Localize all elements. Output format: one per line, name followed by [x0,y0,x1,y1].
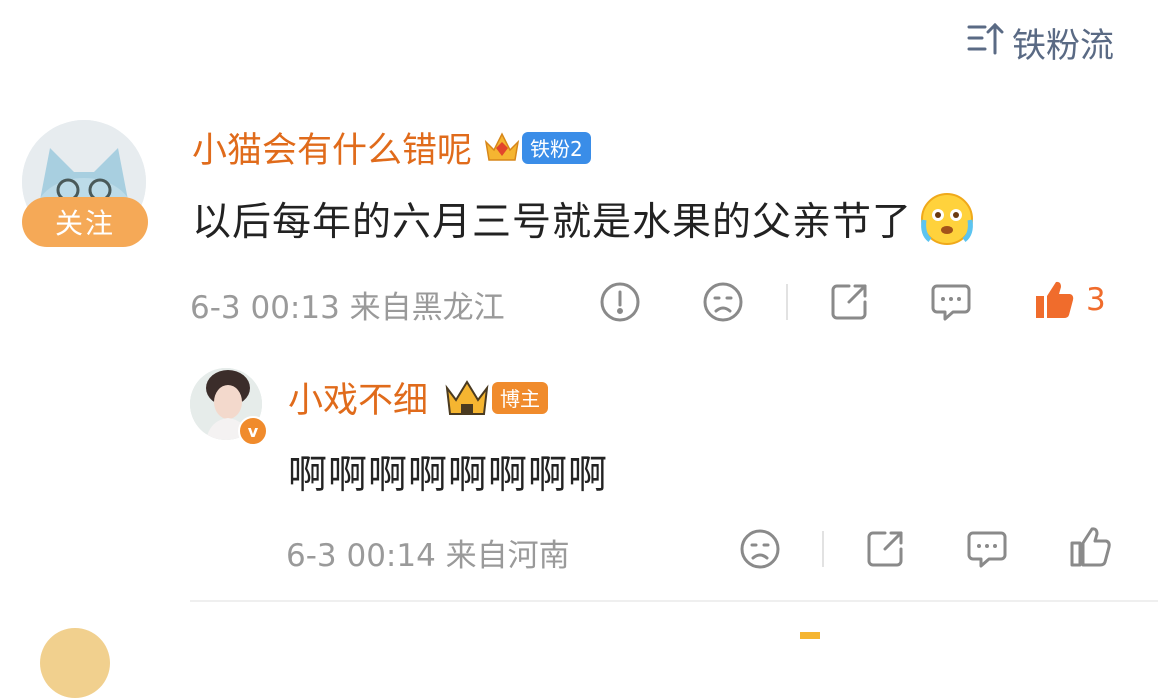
comment-text: 以后每年的六月三号就是水果的父亲节了 [192,200,913,245]
cry-face-emoji [918,190,976,248]
divider [822,531,824,567]
verified-badge: v [238,416,268,446]
like-button[interactable]: 3 [1032,278,1106,322]
sad-face-icon [703,282,743,322]
username[interactable]: 小戏不细 [288,372,428,423]
thumbs-up-icon [1070,527,1111,567]
sort-toggle[interactable]: 铁粉流 [966,18,1114,67]
share-button[interactable] [863,527,907,571]
share-button[interactable] [827,280,871,324]
crown-icon [482,130,522,166]
comment-meta: 6-3 00:14 来自河南 [286,538,570,574]
reply-button[interactable] [965,527,1009,571]
crown-icon [800,632,820,639]
separator [190,600,1158,602]
like-button[interactable] [1068,525,1112,569]
like-count: 3 [1086,282,1106,318]
sad-face-icon [740,529,780,569]
share-icon [867,531,903,567]
reply-button[interactable] [929,280,973,324]
comment-meta: 6-3 00:13 来自黑龙江 [190,290,505,326]
share-icon [831,284,867,320]
comment-text: 啊啊啊啊啊啊啊啊 [288,453,609,498]
crown-icon [444,378,490,418]
dislike-button[interactable] [738,527,782,571]
thumbs-up-icon [1036,281,1074,318]
fan-badge: 铁粉2 [522,131,591,164]
comment-icon [931,284,971,321]
sort-icon [966,19,1004,66]
username[interactable]: 小猫会有什么错呢 [192,122,472,173]
report-icon [600,282,640,322]
divider [786,284,788,320]
dislike-button[interactable] [701,280,745,324]
report-button[interactable] [598,280,642,324]
comment-icon [967,531,1007,568]
blogger-badge: 博主 [492,381,549,414]
follow-button[interactable]: 关注 [22,197,148,247]
sort-label: 铁粉流 [1012,26,1114,66]
